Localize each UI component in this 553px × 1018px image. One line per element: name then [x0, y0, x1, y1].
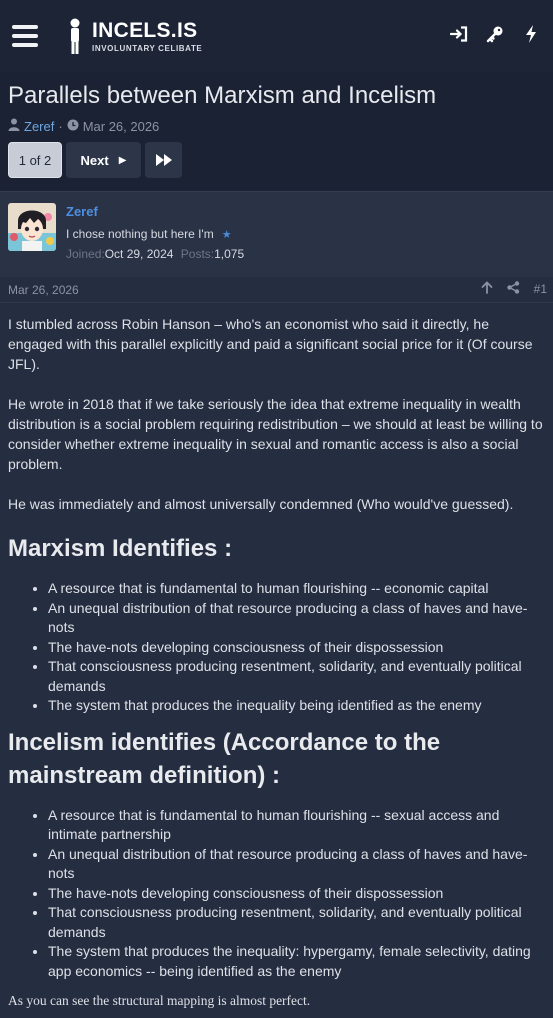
- list-item: That consciousness producing resentment,…: [48, 657, 545, 696]
- meta-separator: ·: [58, 118, 63, 134]
- list-item: An unequal distribution of that resource…: [48, 599, 545, 638]
- site-header: INCELS.IS INVOLUNTARY CELIBATE: [0, 0, 553, 72]
- list-item: A resource that is fundamental to human …: [48, 579, 545, 599]
- user-title-text: I chose nothing but here I'm: [66, 227, 214, 241]
- user-stats: Joined:Oct 29, 2024 Posts:1,075: [66, 247, 244, 261]
- avatar[interactable]: [8, 203, 56, 251]
- fast-forward-icon: [155, 154, 172, 166]
- lightning-icon[interactable]: [521, 24, 541, 44]
- site-logo[interactable]: INCELS.IS INVOLUNTARY CELIBATE: [62, 16, 202, 56]
- star-icon: ★: [221, 229, 232, 241]
- clock-icon: [67, 119, 79, 134]
- post-meta-bar: Mar 26, 2026 #1: [0, 277, 553, 303]
- last-page-button[interactable]: [145, 142, 182, 178]
- caret-right-icon: ▶: [118, 154, 127, 166]
- arrow-up-icon[interactable]: [481, 281, 493, 297]
- section-heading: Marxism Identifies :: [8, 535, 233, 562]
- post-paragraph: He was immediately and almost universall…: [8, 496, 514, 512]
- logo-subtitle: INVOLUNTARY CELIBATE: [92, 43, 203, 53]
- post-body: I stumbled across Robin Hanson – who's a…: [0, 303, 553, 1011]
- key-icon[interactable]: [485, 24, 505, 44]
- post-author-block: Zeref I chose nothing but here I'm ★ Join…: [0, 191, 553, 277]
- menu-icon[interactable]: [12, 25, 38, 47]
- logo-title: INCELS.IS: [92, 18, 198, 42]
- post-date[interactable]: Mar 26, 2026: [8, 283, 79, 297]
- list-item: That consciousness producing resentment,…: [48, 903, 545, 942]
- list-item: A resource that is fundamental to human …: [48, 806, 545, 845]
- list-item: The have-nots developing consciousness o…: [48, 884, 545, 904]
- pagination: 1 of 2 Next ▶: [8, 142, 545, 178]
- share-icon[interactable]: [506, 281, 520, 297]
- marxism-list: A resource that is fundamental to human …: [48, 579, 545, 716]
- post-paragraph: He wrote in 2018 that if we take serious…: [8, 396, 543, 472]
- list-item: An unequal distribution of that resource…: [48, 845, 545, 884]
- post-author-name[interactable]: Zeref: [66, 204, 244, 219]
- thread-date[interactable]: Mar 26, 2026: [83, 119, 160, 134]
- thread-author-link[interactable]: Zeref: [24, 119, 54, 134]
- joined-label: Joined:: [66, 247, 105, 261]
- thread-meta: Zeref · Mar 26, 2026: [8, 118, 545, 134]
- thread-header: Parallels between Marxism and Incelism Z…: [0, 72, 553, 191]
- post-paragraph: I stumbled across Robin Hanson – who's a…: [8, 316, 533, 372]
- list-item: The system that produces the inequality …: [48, 696, 545, 716]
- incelism-list: A resource that is fundamental to human …: [48, 806, 545, 982]
- user-icon: [8, 118, 20, 134]
- login-icon[interactable]: [449, 24, 469, 44]
- thread-title: Parallels between Marxism and Incelism: [8, 82, 437, 109]
- user-title: I chose nothing but here I'm ★: [66, 227, 244, 241]
- next-page-button[interactable]: Next ▶: [66, 142, 141, 178]
- list-item: The have-nots developing consciousness o…: [48, 638, 545, 658]
- closing-line: As you can see the structural mapping is…: [8, 993, 311, 1008]
- list-item: The system that produces the inequality:…: [48, 942, 545, 981]
- posts-label: Posts:: [180, 247, 215, 261]
- page-selector-button[interactable]: 1 of 2: [8, 142, 62, 178]
- joined-date: Oct 29, 2024: [104, 247, 174, 261]
- posts-count: 1,075: [214, 247, 245, 261]
- logo-figure-icon: [62, 16, 88, 56]
- post-number-link[interactable]: #1: [534, 282, 547, 296]
- next-label: Next: [80, 152, 109, 168]
- section-heading: Incelism identifies (Accordance to the m…: [8, 728, 441, 789]
